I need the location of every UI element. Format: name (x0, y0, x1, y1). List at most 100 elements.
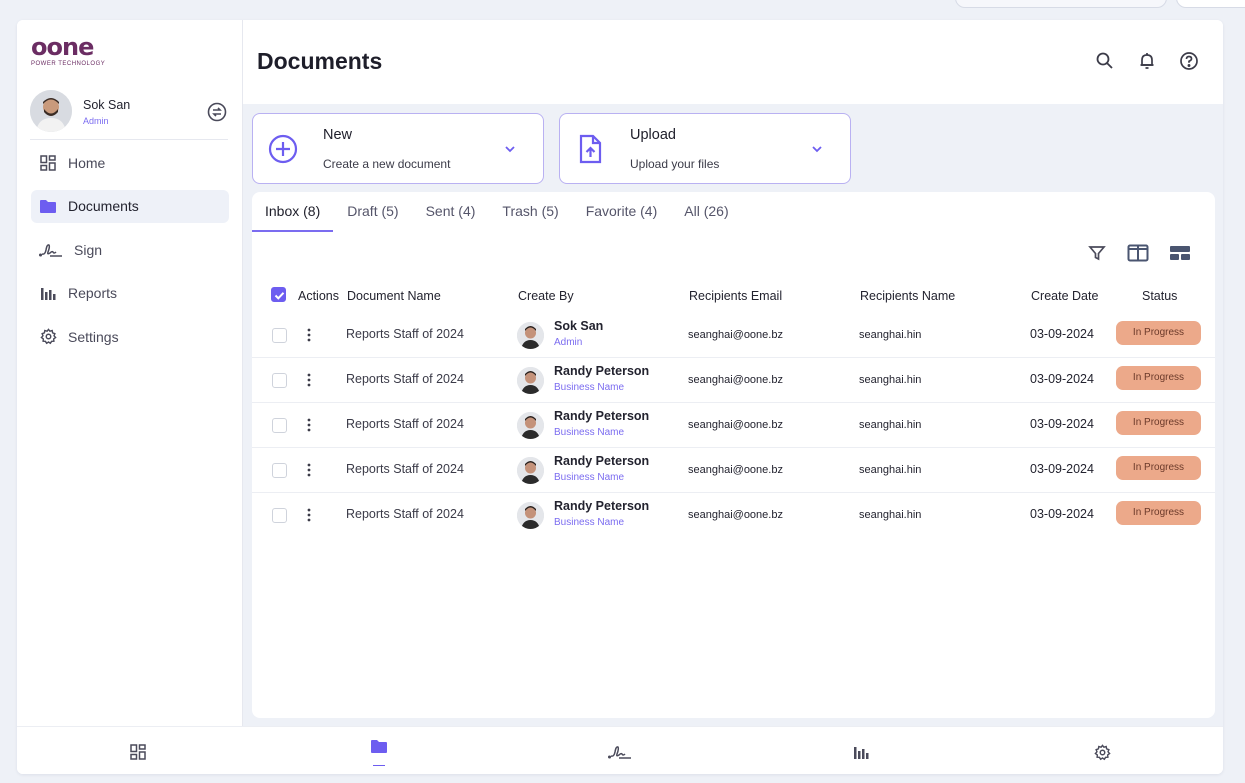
user-role: Admin (83, 116, 109, 126)
upload-title: Upload (630, 127, 676, 143)
document-name[interactable]: Reports Staff of 2024 (346, 507, 464, 521)
chevron-down-icon[interactable] (810, 142, 824, 156)
signature-icon[interactable] (607, 741, 633, 763)
sidebar: oone POWER TECHNOLOGY Sok San Admin Home… (17, 20, 243, 726)
recipient-name: seanghai.hin (859, 419, 922, 431)
creator-name: Randy Peterson (554, 454, 650, 468)
row-checkbox[interactable] (272, 328, 287, 343)
recipient-name: seanghai.hin (859, 464, 922, 476)
column-header-document-name[interactable]: Document Name (347, 289, 441, 303)
more-vertical-icon[interactable] (304, 416, 314, 434)
new-document-card[interactable]: New Create a new document (252, 113, 544, 184)
table-row[interactable]: Reports Staff of 2024 Randy Peterson Bus… (252, 448, 1215, 493)
bell-icon[interactable] (1137, 51, 1157, 71)
layout-view-icon[interactable] (1169, 244, 1191, 262)
create-date: 03-09-2024 (1030, 417, 1094, 431)
row-checkbox[interactable] (272, 418, 287, 433)
search-icon[interactable] (1095, 51, 1115, 71)
tab-inbox[interactable]: Inbox (8) (252, 192, 334, 232)
folder-icon[interactable] (368, 735, 390, 757)
grid-icon[interactable] (127, 741, 149, 763)
create-date: 03-09-2024 (1030, 327, 1094, 341)
logo-wordmark: oone (31, 33, 94, 61)
tab-sent[interactable]: Sent (4) (413, 192, 489, 232)
more-vertical-icon[interactable] (304, 506, 314, 524)
tab-trash[interactable]: Trash (5) (489, 192, 571, 232)
select-all-checkbox[interactable] (271, 287, 286, 302)
tab-favorite[interactable]: Favorite (4) (573, 192, 671, 232)
column-header-create-date[interactable]: Create Date (1031, 289, 1098, 303)
app-window: oone POWER TECHNOLOGY Sok San Admin Home… (17, 20, 1223, 774)
status-badge: In Progress (1116, 321, 1201, 345)
column-header-create-by[interactable]: Create By (518, 289, 574, 303)
more-vertical-icon[interactable] (304, 371, 314, 389)
bottom-navigation (17, 726, 1223, 774)
table-row[interactable]: Reports Staff of 2024 Randy Peterson Bus… (252, 403, 1215, 448)
sidebar-item-label: Home (68, 154, 106, 171)
sidebar-item-home[interactable]: Home (31, 146, 229, 179)
top-search-bar-edge (955, 0, 1167, 8)
row-checkbox[interactable] (272, 373, 287, 388)
column-header-status[interactable]: Status (1142, 289, 1177, 303)
row-checkbox[interactable] (272, 508, 287, 523)
table-body: Reports Staff of 2024 Sok San Admin sean… (252, 313, 1215, 530)
top-button-edge (1176, 0, 1245, 8)
documents-panel: Inbox (8) Draft (5) Sent (4) Trash (5) F… (252, 192, 1215, 718)
table-header: Actions Document Name Create By Recipien… (252, 282, 1215, 312)
sidebar-item-settings[interactable]: Settings (31, 320, 229, 353)
column-header-recipients-name[interactable]: Recipients Name (860, 289, 955, 303)
active-indicator (373, 765, 385, 766)
sidebar-item-label: Settings (68, 328, 119, 345)
recipient-email: seanghai@oone.bz (688, 374, 783, 386)
sidebar-item-label: Reports (68, 285, 118, 301)
sidebar-item-label: Sign (74, 241, 103, 258)
creator-avatar (517, 412, 544, 439)
creator-subtitle: Admin (554, 337, 583, 348)
gear-icon[interactable] (1091, 741, 1113, 763)
tab-draft[interactable]: Draft (5) (334, 192, 411, 232)
table-row[interactable]: Reports Staff of 2024 Sok San Admin sean… (252, 313, 1215, 358)
upload-card[interactable]: Upload Upload your files (559, 113, 851, 184)
document-name[interactable]: Reports Staff of 2024 (346, 327, 464, 341)
column-header-recipients-email[interactable]: Recipients Email (689, 289, 782, 303)
upload-subtitle: Upload your files (630, 157, 720, 171)
creator-subtitle: Business Name (554, 427, 625, 438)
sidebar-item-documents[interactable]: Documents (31, 189, 229, 223)
brand-logo[interactable]: oone POWER TECHNOLOGY (31, 34, 111, 72)
table-row[interactable]: Reports Staff of 2024 Randy Peterson Bus… (252, 493, 1215, 530)
bar-chart-icon[interactable] (850, 741, 872, 763)
sidebar-nav: Home Documents Sign Reports Settings (31, 146, 229, 364)
creator-name: Randy Peterson (554, 409, 650, 423)
document-name[interactable]: Reports Staff of 2024 (346, 462, 464, 476)
more-vertical-icon[interactable] (304, 461, 314, 479)
document-name[interactable]: Reports Staff of 2024 (346, 417, 464, 431)
column-header-actions: Actions (298, 289, 339, 303)
document-name[interactable]: Reports Staff of 2024 (346, 372, 464, 386)
creator-subtitle: Business Name (554, 517, 625, 528)
chevron-down-icon[interactable] (503, 142, 517, 156)
recipient-name: seanghai.hin (859, 329, 922, 341)
user-name: Sok San (83, 98, 131, 112)
filter-icon[interactable] (1088, 244, 1110, 262)
switch-account-icon[interactable] (206, 101, 228, 123)
sidebar-item-sign[interactable]: Sign (31, 233, 229, 266)
more-vertical-icon[interactable] (304, 326, 314, 344)
sidebar-item-reports[interactable]: Reports (31, 277, 229, 310)
avatar[interactable] (30, 90, 72, 132)
folder-icon (39, 197, 57, 215)
creator-subtitle: Business Name (554, 382, 625, 393)
create-date: 03-09-2024 (1030, 507, 1094, 521)
row-checkbox[interactable] (272, 463, 287, 478)
column-view-icon[interactable] (1127, 244, 1149, 262)
creator-avatar (517, 457, 544, 484)
recipient-email: seanghai@oone.bz (688, 329, 783, 341)
document-tabs: Inbox (8) Draft (5) Sent (4) Trash (5) F… (252, 192, 743, 232)
status-badge: In Progress (1116, 411, 1201, 435)
table-row[interactable]: Reports Staff of 2024 Randy Peterson Bus… (252, 358, 1215, 403)
creator-avatar (517, 502, 544, 529)
tab-all[interactable]: All (26) (671, 192, 741, 232)
new-document-subtitle: Create a new document (323, 157, 451, 171)
signature-icon (39, 241, 63, 259)
sidebar-item-label: Documents (68, 198, 139, 214)
help-icon[interactable] (1179, 51, 1199, 71)
